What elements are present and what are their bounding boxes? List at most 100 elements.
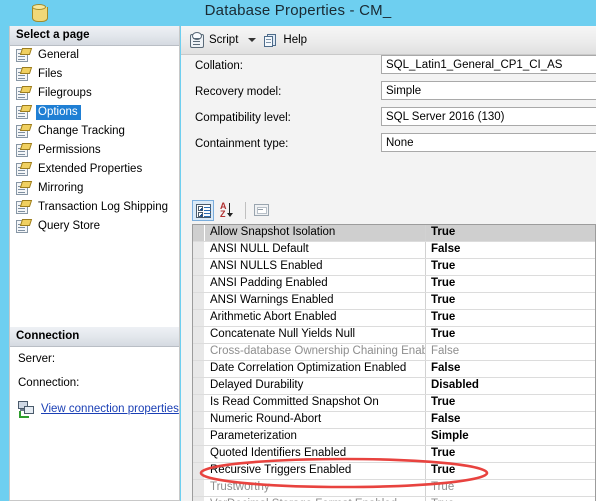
property-name: ANSI NULL Default: [205, 242, 426, 258]
table-row[interactable]: ANSI NULL Default False: [193, 242, 595, 259]
options-page-pane: Script Help Collation: SQL_Latin1_Genera…: [181, 26, 596, 501]
property-pages-button[interactable]: [251, 200, 273, 221]
property-value: True: [426, 497, 595, 501]
row-gutter: [193, 327, 205, 343]
table-row[interactable]: Concatenate Null Yields Null True: [193, 327, 595, 344]
sidebar-item-permissions[interactable]: Permissions: [10, 141, 179, 160]
compatibility-level-input[interactable]: SQL Server 2016 (130): [381, 107, 596, 126]
table-row[interactable]: Parameterization Simple: [193, 429, 595, 446]
property-value[interactable]: True: [426, 259, 595, 275]
property-value[interactable]: True: [426, 225, 595, 241]
server-label: Server:: [18, 353, 56, 365]
property-name: Date Correlation Optimization Enabled: [205, 361, 426, 377]
table-row-trustworthy[interactable]: Trustworthy True: [193, 480, 595, 497]
table-row[interactable]: ANSI Padding Enabled True: [193, 276, 595, 293]
network-connection-icon: [18, 401, 35, 418]
categorized-icon: [196, 203, 211, 218]
property-name: Delayed Durability: [205, 378, 426, 394]
table-row[interactable]: Date Correlation Optimization Enabled Fa…: [193, 361, 595, 378]
property-value[interactable]: True: [426, 327, 595, 343]
sidebar-item-label: Permissions: [38, 144, 101, 156]
categorized-view-button[interactable]: [192, 199, 214, 221]
property-value[interactable]: False: [426, 242, 595, 258]
other-options-property-grid[interactable]: Allow Snapshot Isolation True ANSI NULL …: [192, 224, 596, 501]
sidebar-item-filegroups[interactable]: Filegroups: [10, 84, 179, 103]
sidebar-item-general[interactable]: General: [10, 46, 179, 65]
sidebar-item-label: Mirroring: [38, 182, 84, 194]
property-value: True: [431, 481, 455, 493]
connection-label: Connection:: [18, 377, 80, 389]
connection-header: Connection: [10, 327, 179, 347]
sidebar-item-transaction-log-shipping[interactable]: Transaction Log Shipping: [10, 198, 179, 217]
property-value[interactable]: Disabled: [426, 378, 595, 394]
page-sheet-icon: [16, 180, 33, 196]
table-row[interactable]: ANSI Warnings Enabled True: [193, 293, 595, 310]
sidebar-item-label: Query Store: [38, 220, 100, 232]
sidebar-item-extended-properties[interactable]: Extended Properties: [10, 160, 179, 179]
row-gutter: [193, 259, 205, 275]
page-toolbar: Script Help: [181, 26, 596, 55]
collation-input[interactable]: SQL_Latin1_General_CP1_CI_AS: [381, 55, 596, 74]
property-name: ANSI Padding Enabled: [205, 276, 426, 292]
property-value[interactable]: False: [426, 412, 595, 428]
sidebar-item-query-store[interactable]: Query Store: [10, 217, 179, 236]
table-row[interactable]: Delayed Durability Disabled: [193, 378, 595, 395]
property-value[interactable]: True: [426, 395, 595, 411]
sidebar-item-mirroring[interactable]: Mirroring: [10, 179, 179, 198]
property-name: Is Read Committed Snapshot On: [205, 395, 426, 411]
view-connection-properties-row[interactable]: View connection properties: [10, 395, 179, 418]
row-gutter: [193, 497, 205, 501]
sidebar-item-label: Files: [38, 68, 63, 80]
table-row[interactable]: Allow Snapshot Isolation True: [193, 225, 595, 242]
property-value[interactable]: True: [426, 463, 595, 479]
property-name: ANSI Warnings Enabled: [205, 293, 426, 309]
table-row[interactable]: Cross-database Ownership Chaining Enable…: [193, 344, 595, 361]
row-gutter: [193, 361, 205, 377]
row-gutter: [193, 412, 205, 428]
table-row[interactable]: Recursive Triggers Enabled True: [193, 463, 595, 480]
sidebar-item-label: General: [38, 49, 79, 61]
property-pages-icon: [254, 203, 269, 216]
compatibility-level-row: Compatibility level: SQL Server 2016 (13…: [181, 106, 596, 132]
recovery-model-input[interactable]: Simple: [381, 81, 596, 100]
property-value[interactable]: Simple: [426, 429, 595, 445]
connection-section: Server: Connection: View connection prop…: [10, 347, 179, 418]
property-name: Quoted Identifiers Enabled: [205, 446, 426, 462]
script-button[interactable]: Script: [189, 32, 238, 48]
property-value[interactable]: False: [426, 361, 595, 377]
recovery-model-label: Recovery model:: [195, 86, 282, 98]
property-name: Recursive Triggers Enabled: [205, 463, 426, 479]
recovery-model-row: Recovery model: Simple: [181, 80, 596, 106]
script-dropdown-caret-icon[interactable]: [248, 38, 257, 42]
page-sheet-icon: [16, 66, 33, 82]
sidebar-item-label: Change Tracking: [38, 125, 125, 137]
row-gutter: [193, 446, 205, 462]
compatibility-level-label: Compatibility level:: [195, 112, 291, 124]
view-connection-properties-link[interactable]: View connection properties: [41, 403, 179, 415]
sidebar-item-label: Extended Properties: [38, 163, 143, 175]
containment-type-input[interactable]: None: [381, 133, 596, 152]
table-row[interactable]: Quoted Identifiers Enabled True: [193, 446, 595, 463]
alphabetical-sort-button[interactable]: AZ: [216, 200, 238, 221]
row-gutter: [193, 463, 205, 479]
sidebar-item-files[interactable]: Files: [10, 65, 179, 84]
property-name: Numeric Round-Abort: [205, 412, 426, 428]
collation-row: Collation: SQL_Latin1_General_CP1_CI_AS: [181, 54, 596, 80]
property-name: Concatenate Null Yields Null: [205, 327, 426, 343]
table-row[interactable]: Numeric Round-Abort False: [193, 412, 595, 429]
property-value[interactable]: True: [426, 446, 595, 462]
table-row[interactable]: Is Read Committed Snapshot On True: [193, 395, 595, 412]
table-row[interactable]: VarDecimal Storage Format Enabled True: [193, 497, 595, 501]
script-label: Script: [209, 34, 239, 46]
table-row[interactable]: Arithmetic Abort Enabled True: [193, 310, 595, 327]
sidebar-item-change-tracking[interactable]: Change Tracking: [10, 122, 179, 141]
sort-az-icon: AZ: [219, 201, 235, 219]
property-value[interactable]: True: [426, 276, 595, 292]
help-button[interactable]: Help: [264, 33, 307, 48]
sidebar-item-options[interactable]: Options: [10, 103, 179, 122]
page-list[interactable]: General Files Filegroups Options Change …: [10, 46, 179, 236]
page-sheet-icon: [16, 218, 33, 234]
table-row[interactable]: ANSI NULLS Enabled True: [193, 259, 595, 276]
property-value[interactable]: True: [426, 293, 595, 309]
property-value[interactable]: True: [426, 310, 595, 326]
